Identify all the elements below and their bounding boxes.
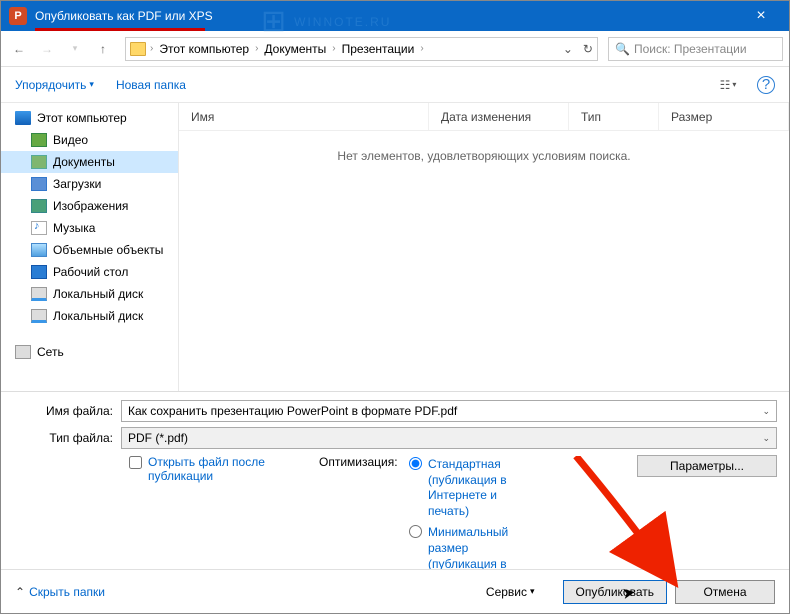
- publish-button[interactable]: Опубликовать: [563, 580, 667, 604]
- chevron-right-icon[interactable]: ›: [420, 43, 423, 54]
- search-placeholder: Поиск: Презентации: [634, 42, 747, 56]
- address-bar[interactable]: › Этот компьютер › Документы › Презентац…: [125, 37, 598, 61]
- address-dropdown[interactable]: ⌄ ↻: [563, 42, 593, 56]
- toolbar: Упорядочить ▾ Новая папка ☷ ▾ ?: [1, 67, 789, 103]
- music-icon: [31, 221, 47, 235]
- history-dropdown[interactable]: ▾: [63, 37, 87, 61]
- organize-menu[interactable]: Упорядочить ▾: [15, 78, 94, 92]
- tree-item-desktop[interactable]: Рабочий стол: [1, 261, 178, 283]
- tree-item-network[interactable]: Сеть: [1, 341, 178, 363]
- col-type[interactable]: Тип: [569, 103, 659, 130]
- breadcrumb[interactable]: Презентации: [340, 42, 417, 56]
- save-panel: Имя файла: Как сохранить презентацию Pow…: [1, 391, 789, 598]
- desktop-icon: [31, 265, 47, 279]
- col-size[interactable]: Размер: [659, 103, 789, 130]
- chevron-right-icon[interactable]: ›: [332, 43, 335, 54]
- parameters-button[interactable]: Параметры...: [637, 455, 777, 477]
- optimize-standard-radio[interactable]: Стандартная (публикация в Интернете и пе…: [409, 457, 519, 519]
- optimize-label: Оптимизация:: [319, 455, 398, 469]
- chevron-up-icon: ⌃: [15, 585, 25, 599]
- chevron-right-icon[interactable]: ›: [255, 43, 258, 54]
- tools-menu[interactable]: Сервис ▾: [486, 585, 535, 599]
- new-folder-button[interactable]: Новая папка: [116, 78, 186, 92]
- column-headers: Имя Дата изменения Тип Размер: [179, 103, 789, 131]
- chevron-down-icon[interactable]: ⌄: [762, 406, 770, 417]
- documents-icon: [31, 155, 47, 169]
- titlebar: P Опубликовать как PDF или XPS ×: [1, 1, 789, 31]
- view-mode-button[interactable]: ☷ ▾: [713, 74, 743, 96]
- chevron-down-icon: ▾: [530, 586, 535, 597]
- tree-item-images[interactable]: Изображения: [1, 195, 178, 217]
- folder-tree: Этот компьютер Видео Документы Загрузки …: [1, 103, 179, 391]
- pc-icon: [15, 111, 31, 125]
- video-icon: [31, 133, 47, 147]
- title-underline: [35, 28, 205, 31]
- tree-item-downloads[interactable]: Загрузки: [1, 173, 178, 195]
- search-input[interactable]: 🔍 Поиск: Презентации: [608, 37, 783, 61]
- back-button[interactable]: ←: [7, 37, 31, 61]
- cancel-button[interactable]: Отмена: [675, 580, 775, 604]
- col-name[interactable]: Имя: [179, 103, 429, 130]
- disk-icon: [31, 309, 47, 323]
- app-icon: P: [9, 7, 27, 25]
- nav-bar: ← → ▾ ↑ › Этот компьютер › Документы › П…: [1, 31, 789, 67]
- file-list: Имя Дата изменения Тип Размер Нет элемен…: [179, 103, 789, 391]
- help-button[interactable]: ?: [757, 76, 775, 94]
- images-icon: [31, 199, 47, 213]
- close-button[interactable]: ×: [741, 7, 781, 25]
- empty-message: Нет элементов, удовлетворяющих условиям …: [179, 149, 789, 163]
- chevron-down-icon: ▾: [89, 79, 94, 90]
- downloads-icon: [31, 177, 47, 191]
- tree-item-pc[interactable]: Этот компьютер: [1, 107, 178, 129]
- window-title: Опубликовать как PDF или XPS: [35, 9, 741, 23]
- tree-item-disk[interactable]: Локальный диск: [1, 305, 178, 327]
- hide-folders-link[interactable]: ⌃ Скрыть папки: [15, 585, 105, 599]
- search-icon: 🔍: [615, 42, 630, 56]
- tree-item-disk[interactable]: Локальный диск: [1, 283, 178, 305]
- filename-label: Имя файла:: [13, 404, 121, 418]
- tree-item-video[interactable]: Видео: [1, 129, 178, 151]
- filetype-combo[interactable]: PDF (*.pdf) ⌄: [121, 427, 777, 449]
- open-after-checkbox[interactable]: Открыть файл после публикации: [129, 455, 319, 483]
- up-button[interactable]: ↑: [91, 37, 115, 61]
- footer: ⌃ Скрыть папки Сервис ▾ Опубликовать Отм…: [1, 569, 789, 613]
- chevron-down-icon: ⌄: [762, 433, 770, 444]
- 3d-icon: [31, 243, 47, 257]
- disk-icon: [31, 287, 47, 301]
- folder-icon: [130, 42, 146, 56]
- forward-button[interactable]: →: [35, 37, 59, 61]
- breadcrumb[interactable]: Этот компьютер: [157, 42, 251, 56]
- tree-item-3d[interactable]: Объемные объекты: [1, 239, 178, 261]
- breadcrumb[interactable]: Документы: [262, 42, 328, 56]
- chevron-right-icon[interactable]: ›: [150, 43, 153, 54]
- col-date[interactable]: Дата изменения: [429, 103, 569, 130]
- tree-item-documents[interactable]: Документы: [1, 151, 178, 173]
- network-icon: [15, 345, 31, 359]
- filetype-label: Тип файла:: [13, 431, 121, 445]
- filename-input[interactable]: Как сохранить презентацию PowerPoint в ф…: [121, 400, 777, 422]
- tree-item-music[interactable]: Музыка: [1, 217, 178, 239]
